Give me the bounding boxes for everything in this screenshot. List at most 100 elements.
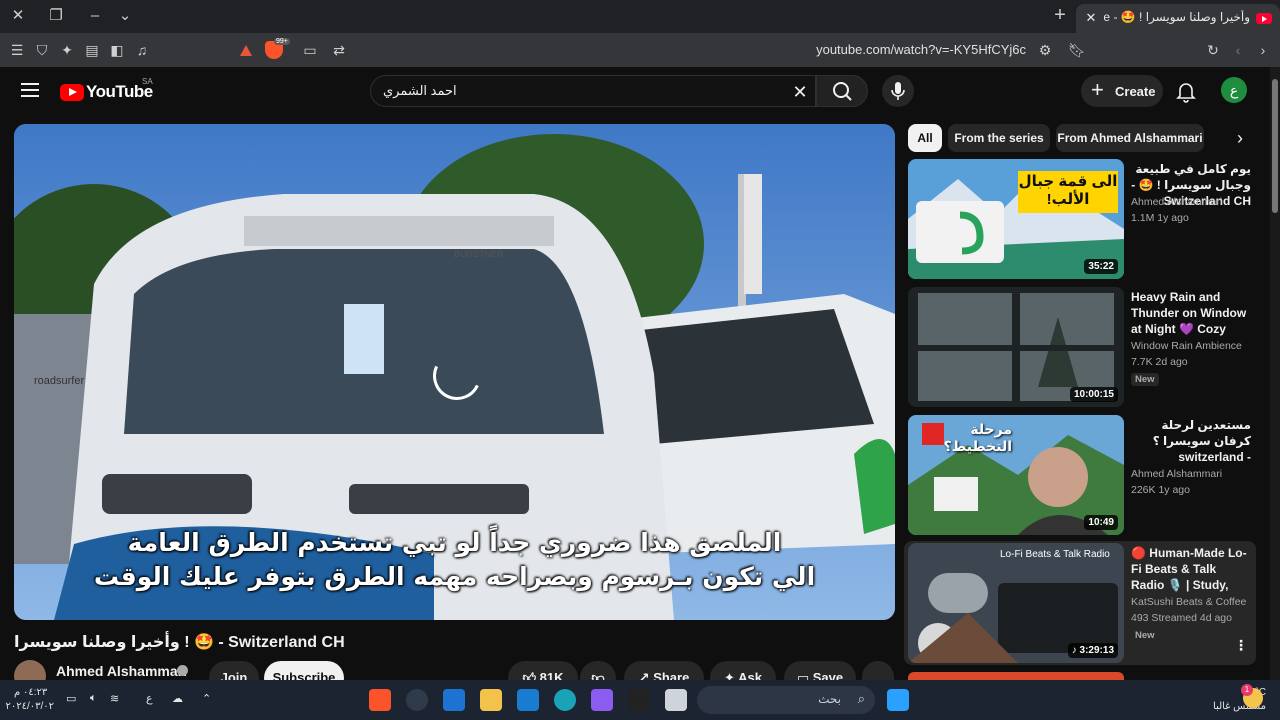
recommendation-channel[interactable]: KatSushi Beats & Coffee xyxy=(1131,596,1246,608)
voice-search-button[interactable] xyxy=(882,75,914,107)
account-avatar[interactable]: ع xyxy=(1221,77,1247,103)
close-window-icon[interactable]: ✕ xyxy=(5,4,31,28)
recommendation-channel[interactable]: Ahmed Alshammari xyxy=(1131,196,1222,208)
notifications-bell-icon[interactable] xyxy=(1174,79,1198,103)
wallet-icon[interactable]: ▤ xyxy=(83,41,101,59)
reload-icon[interactable]: ↻ xyxy=(1204,41,1222,59)
browser-tab-strip: ✕ ❐ – ⌄ + ✕ وأخيرا وصلنا سويسرا ! 🤩 - Sw… xyxy=(0,0,1280,33)
extensions-icon[interactable]: ✦ xyxy=(58,41,76,59)
search-query: احمد الشمري xyxy=(383,83,457,98)
forward-icon[interactable]: › xyxy=(1254,41,1272,59)
tab-close-icon[interactable]: ✕ xyxy=(1082,8,1100,28)
video-captions: الملصق هذا ضروري جداً لو تبي تستخدم الطر… xyxy=(14,526,895,594)
recommendation-item[interactable]: 10:00:15 Heavy Rain and Thunder on Windo… xyxy=(908,287,1254,409)
clock-date: ٢٠٢٤/٠٣/٠٢ xyxy=(5,701,54,712)
bookmark-icon[interactable]: 🔖︎ xyxy=(1068,41,1086,59)
video-player[interactable]: BÜRSTNER roadsurfer الملصق هذا ضروري جدا… xyxy=(14,124,895,620)
recommendation-meta: 226K 1y ago xyxy=(1131,484,1190,496)
country-code: SA xyxy=(142,77,153,86)
outlook-icon[interactable] xyxy=(517,689,539,711)
copilot-icon[interactable] xyxy=(591,689,613,711)
thumbnail-text: Lo-Fi Beats & Talk Radio xyxy=(1000,549,1110,560)
wifi-icon[interactable]: ≋ xyxy=(110,692,119,705)
recommendation-channel[interactable]: Ahmed Alshammari xyxy=(1131,468,1222,480)
youtube-play-logo-icon xyxy=(60,83,84,101)
video-thumbnail[interactable]: 10:00:15 xyxy=(908,287,1124,407)
minimize-window-icon[interactable]: – xyxy=(82,4,108,28)
related-filter-chips: All From the series From Ahmed Alshammar… xyxy=(908,124,1252,152)
chip-all[interactable]: All xyxy=(908,124,942,152)
browser-toolbar: ☰ ⛉ ✦ ▤ ◧ ♫ 99+ ▭ ⇄ youtube.com/watch?v=… xyxy=(0,33,1280,67)
video-thumbnail[interactable]: الى قمة جبال الألب! 35:22 xyxy=(908,159,1124,279)
youtube-logo[interactable]: YouTube SA xyxy=(60,77,153,102)
start-windows-icon[interactable] xyxy=(887,689,909,711)
recommendation-item[interactable]: الى قمة جبال الألب! 35:22 يوم كامل في طب… xyxy=(908,159,1254,281)
site-settings-icon[interactable]: ⚙ xyxy=(1036,41,1054,59)
battery-icon[interactable]: ▭ xyxy=(66,692,76,705)
show-hidden-icons-chevron-icon[interactable]: ⌃ xyxy=(202,692,211,705)
browser-tab-active[interactable]: ✕ وأخيرا وصلنا سويسرا ! 🤩 - Switzerland … xyxy=(1076,4,1280,33)
brave-shields-icon[interactable]: 99+ xyxy=(265,38,290,59)
video-thumbnail[interactable]: Lo-Fi Beats & Talk Radio ♪ 3:29:13 xyxy=(908,543,1124,663)
new-tab-button[interactable]: + xyxy=(1048,4,1072,28)
screen: ✕ ❐ – ⌄ + ✕ وأخيرا وصلنا سويسرا ! 🤩 - Sw… xyxy=(0,0,1280,720)
verified-icon xyxy=(177,665,188,676)
restore-window-icon[interactable]: ❐ xyxy=(43,4,69,28)
create-button[interactable]: + Create xyxy=(1081,75,1163,107)
search-button[interactable] xyxy=(816,75,868,107)
recommendation-item-hovered[interactable]: Lo-Fi Beats & Talk Radio ♪ 3:29:13 🔴 Hum… xyxy=(904,541,1256,665)
next-recommendation-peek xyxy=(908,672,1124,680)
recommendation-channel[interactable]: Window Rain Ambience xyxy=(1131,340,1242,352)
taskbar-clock[interactable]: ٠٤:٢٣ م ٢٠٢٤/٠٣/٠٢ xyxy=(5,686,54,714)
sidebar-menu-icon[interactable]: ☰ xyxy=(8,41,26,59)
recommendation-meta: 1.1M 1y ago xyxy=(1131,212,1189,224)
translate-icon[interactable]: ⇄ xyxy=(330,41,348,59)
music-icon[interactable]: ♫ xyxy=(133,41,151,59)
taskbar-search-input[interactable]: بحث ⌕ xyxy=(697,686,875,714)
url-field[interactable]: youtube.com/watch?v=-KY5HfCYj6c xyxy=(760,42,1026,57)
chip-from-the-series[interactable]: From the series xyxy=(948,124,1050,152)
tray-app-icon[interactable]: ☁ xyxy=(172,692,183,705)
new-badge: New xyxy=(1131,629,1159,642)
scrollbar-thumb[interactable] xyxy=(1272,79,1278,213)
recommendation-title[interactable]: مستعدين لرحلة كرفان سويسرا ؟ switzerland… xyxy=(1131,417,1251,465)
taskview-icon[interactable] xyxy=(665,689,687,711)
sidebar-toggle-icon[interactable]: ◧ xyxy=(108,41,126,59)
brave-rewards-icon[interactable] xyxy=(240,45,252,56)
edge-icon[interactable] xyxy=(554,689,576,711)
taskbar-search-placeholder: بحث xyxy=(818,692,841,706)
shield-count-badge: 99+ xyxy=(274,38,290,45)
tab-list-chevron-icon[interactable]: ⌄ xyxy=(112,4,138,28)
microphone-icon xyxy=(891,82,905,100)
vpn-shield-icon[interactable]: ⛉ xyxy=(33,41,51,59)
microsoft-store-icon[interactable] xyxy=(443,689,465,711)
search-icon: ⌕ xyxy=(857,691,865,706)
input-language[interactable]: ع xyxy=(146,692,153,705)
channel-name[interactable]: Ahmed Alshammari xyxy=(56,663,187,679)
recommendation-item[interactable]: مرحلة التخطيط؟ 10:49 مستعدين لرحلة كرفان… xyxy=(908,415,1254,537)
chips-next-chevron-icon[interactable]: › xyxy=(1228,126,1252,150)
video-thumbnail[interactable]: مرحلة التخطيط؟ 10:49 xyxy=(908,415,1124,535)
thumbnail-text: الى قمة جبال الألب! xyxy=(1018,173,1118,208)
brave-browser-icon[interactable] xyxy=(369,689,391,711)
chip-from-channel[interactable]: From Ahmed Alshammari xyxy=(1056,124,1204,152)
epic-games-icon[interactable] xyxy=(628,689,650,711)
back-icon[interactable]: ‹ xyxy=(1229,41,1247,59)
guide-menu-icon[interactable] xyxy=(21,83,39,97)
cast-icon[interactable]: ▭ xyxy=(301,41,319,59)
clock-time: ٠٤:٢٣ م xyxy=(14,687,48,698)
clear-search-icon[interactable]: ✕ xyxy=(789,81,811,103)
youtube-favicon-icon xyxy=(1256,13,1272,24)
file-explorer-icon[interactable] xyxy=(480,689,502,711)
duration-badge: 10:49 xyxy=(1084,515,1118,530)
plus-icon: + xyxy=(1091,77,1104,102)
volume-icon[interactable]: 🔈︎ xyxy=(90,692,97,705)
duration-badge: 10:00:15 xyxy=(1069,387,1118,402)
recommendation-title[interactable]: Heavy Rain and Thunder on Window at Nigh… xyxy=(1131,289,1251,337)
more-options-icon[interactable]: ⋮ xyxy=(1234,637,1248,653)
thumbnail-text: مرحلة التخطيط؟ xyxy=(943,421,1012,454)
recommendation-title[interactable]: 🔴 Human-Made Lo-Fi Beats & Talk Radio 🎙️… xyxy=(1131,545,1251,593)
page-scrollbar[interactable] xyxy=(1270,67,1280,680)
app-icon[interactable] xyxy=(406,689,428,711)
search-input[interactable]: احمد الشمري ✕ xyxy=(370,75,816,107)
